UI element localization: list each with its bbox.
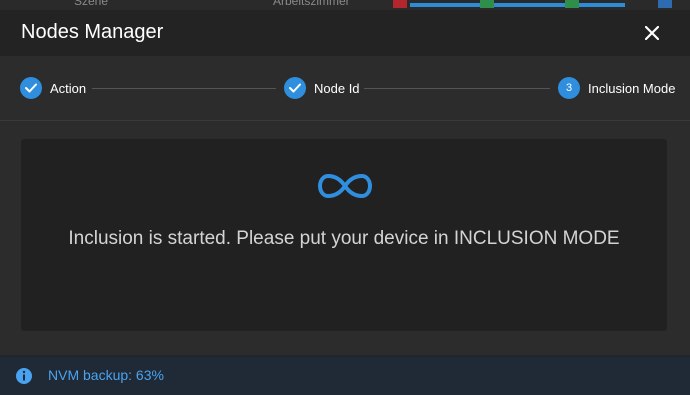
dialog-title: Nodes Manager — [21, 21, 164, 43]
step-inclusion-mode[interactable]: 3 Inclusion Mode — [558, 77, 675, 99]
step-completed-circle — [284, 77, 306, 99]
nodes-manager-dialog: Nodes Manager Action Node Id 3 Inclusion… — [0, 10, 690, 355]
background-chip — [565, 0, 579, 8]
step-label: Inclusion Mode — [588, 80, 676, 96]
nvm-backup-status: NVM backup: 63% — [48, 367, 164, 383]
background-chip — [393, 0, 407, 8]
inclusion-panel: Inclusion is started. Please put your de… — [21, 139, 667, 331]
background-chip — [480, 0, 494, 8]
step-number-circle: 3 — [558, 77, 580, 99]
step-label: Node Id — [314, 80, 360, 96]
stepper: Action Node Id 3 Inclusion Mode — [0, 56, 690, 121]
check-icon — [25, 83, 37, 93]
infinity-icon — [318, 174, 372, 198]
step-label: Action — [50, 80, 87, 96]
check-icon — [289, 83, 301, 93]
step-completed-circle — [20, 77, 42, 99]
status-bar: NVM backup: 63% — [0, 355, 690, 395]
info-icon — [16, 368, 32, 384]
dialog-header: Nodes Manager — [0, 10, 690, 56]
step-action[interactable]: Action — [20, 77, 86, 99]
inclusion-message: Inclusion is started. Please put your de… — [68, 228, 620, 249]
step-connector — [364, 88, 550, 89]
close-button[interactable] — [637, 20, 667, 46]
background-item-room: Arbeitszimmer — [273, 0, 350, 8]
background-progress-bar — [410, 3, 625, 7]
step-connector — [92, 88, 276, 89]
close-icon — [645, 26, 659, 40]
step-node-id[interactable]: Node Id — [284, 77, 360, 99]
background-app: Szene Arbeitszimmer — [0, 0, 690, 10]
background-chip — [658, 0, 672, 8]
background-item-scene: Szene — [74, 0, 109, 8]
